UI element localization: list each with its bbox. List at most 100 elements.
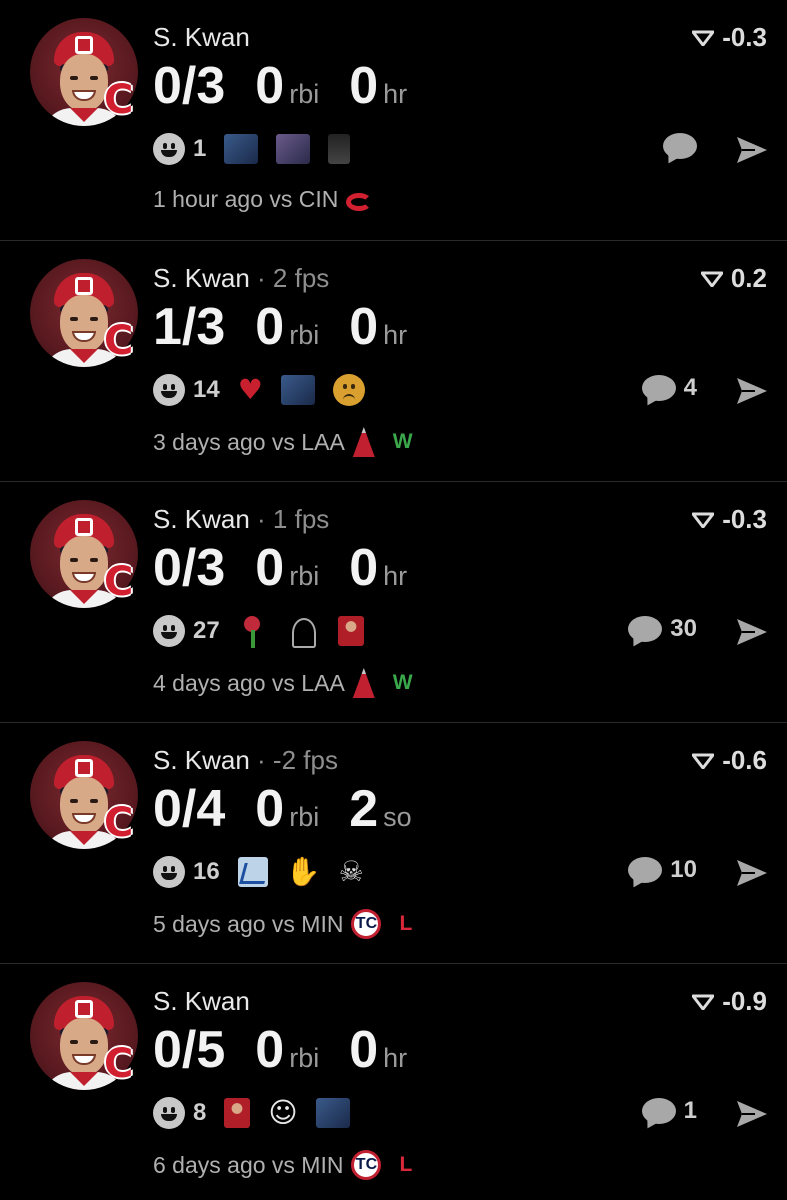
comment-icon xyxy=(641,1098,676,1124)
feed-card[interactable]: C S. Kwan · 1 fps -0.3 0/3 0 rbi 0 hr 27… xyxy=(0,482,787,723)
broken-heart-icon[interactable]: ♥ xyxy=(238,374,263,406)
third-stat-value: 0 xyxy=(349,57,379,115)
feed-card[interactable]: C S. Kwan -0.3 0/3 0 rbi 0 hr 1 1 hour a… xyxy=(0,0,787,241)
share-icon[interactable] xyxy=(735,617,769,647)
rbi-unit: rbi xyxy=(289,1043,320,1073)
rbi-value: 0 xyxy=(255,780,285,838)
reaction-count: 27 xyxy=(193,617,220,644)
third-stat-unit: hr xyxy=(383,79,408,109)
game-score: -0.3 xyxy=(692,22,767,53)
twins-logo-icon: TC xyxy=(351,909,382,939)
score-triangle-icon xyxy=(692,30,715,46)
angels-logo-icon xyxy=(352,668,375,698)
at-bats-value: 0/4 xyxy=(153,780,226,838)
angels-logo-icon xyxy=(352,427,375,457)
thumb-blue-image[interactable] xyxy=(315,1098,350,1128)
stat-line: 0/3 0 rbi 0 hr xyxy=(153,540,437,596)
game-score: -0.9 xyxy=(692,986,767,1017)
thumb-dark-image[interactable] xyxy=(328,134,351,164)
chart-down-icon[interactable] xyxy=(237,857,268,887)
game-result: W xyxy=(392,430,413,453)
thumb-red-image[interactable] xyxy=(224,1098,251,1128)
score-triangle-icon xyxy=(692,512,715,528)
third-stat-unit: hr xyxy=(383,561,408,591)
reactions-bar[interactable]: 8 ☺ xyxy=(153,1097,350,1129)
reds-logo-icon xyxy=(346,192,373,211)
share-icon[interactable] xyxy=(735,135,769,165)
at-bats-value: 0/3 xyxy=(153,539,226,597)
smiley-icon[interactable] xyxy=(153,615,185,647)
fps-label: · 2 fps xyxy=(249,263,330,293)
rbi-value: 0 xyxy=(255,1021,285,1079)
score-triangle-icon xyxy=(700,271,723,287)
comment-button[interactable]: 4 xyxy=(641,374,697,402)
thumb-blue-image[interactable] xyxy=(224,134,259,164)
share-icon[interactable] xyxy=(735,858,769,888)
at-bats-value: 0/3 xyxy=(153,57,226,115)
game-time-opponent: 6 days ago vs MIN xyxy=(153,1151,344,1178)
comment-icon xyxy=(641,375,676,401)
twins-logo-icon: TC xyxy=(351,1150,382,1180)
thumb-purple-image[interactable] xyxy=(276,134,311,164)
reactions-bar[interactable]: 27 xyxy=(153,615,364,648)
thumb-blue-player-image[interactable] xyxy=(280,375,315,405)
skull-icon[interactable]: ☠ xyxy=(339,856,364,888)
score-value: -0.3 xyxy=(722,22,767,52)
rbi-value: 0 xyxy=(255,539,285,597)
game-result: L xyxy=(399,912,413,935)
smiley-icon[interactable] xyxy=(153,133,185,165)
game-score: -0.6 xyxy=(692,745,767,776)
player-name[interactable]: S. Kwan xyxy=(153,745,250,775)
share-icon[interactable] xyxy=(735,376,769,406)
feed-card[interactable]: C S. Kwan · 2 fps 0.2 1/3 0 rbi 0 hr 14 … xyxy=(0,241,787,482)
team-logo-icon: C xyxy=(104,77,134,123)
reactions-bar[interactable]: 1 xyxy=(153,133,351,165)
smiley-icon[interactable] xyxy=(153,374,185,406)
thumb-red-image[interactable] xyxy=(337,616,364,646)
player-name[interactable]: S. Kwan xyxy=(153,504,250,534)
rose-icon[interactable] xyxy=(238,616,268,648)
middle-finger-icon[interactable]: ✋ xyxy=(286,856,321,888)
comment-button[interactable]: 1 xyxy=(641,1097,697,1125)
score-triangle-icon xyxy=(692,753,715,769)
game-time-opponent: 3 days ago vs LAA xyxy=(153,428,345,455)
smiley-icon[interactable] xyxy=(153,1097,185,1129)
game-result: L xyxy=(399,1153,413,1176)
game-info: 1 hour ago vs CIN xyxy=(153,186,390,213)
feed: C S. Kwan -0.3 0/3 0 rbi 0 hr 1 1 hour a… xyxy=(0,0,787,1200)
comment-icon xyxy=(628,857,663,883)
kick-icon[interactable] xyxy=(286,616,320,648)
feed-card[interactable]: C S. Kwan -0.9 0/5 0 rbi 0 hr 8 ☺ 1 6 da… xyxy=(0,964,787,1200)
at-bats-value: 0/5 xyxy=(153,1021,226,1079)
rbi-value: 0 xyxy=(255,57,285,115)
score-value: 0.2 xyxy=(730,263,767,293)
stat-line: 0/5 0 rbi 0 hr xyxy=(153,1022,437,1078)
feed-card[interactable]: C S. Kwan · -2 fps -0.6 0/4 0 rbi 2 so 1… xyxy=(0,723,787,964)
score-value: -0.6 xyxy=(722,745,767,775)
fps-label: · 1 fps xyxy=(249,504,330,534)
sad-face-icon[interactable] xyxy=(332,374,365,406)
player-name[interactable]: S. Kwan xyxy=(153,263,250,293)
game-score: -0.3 xyxy=(692,504,767,535)
reactions-bar[interactable]: 16 ✋ ☠ xyxy=(153,856,364,888)
reaction-count: 1 xyxy=(193,135,207,162)
at-bats-value: 1/3 xyxy=(153,298,226,356)
smiley-icon[interactable] xyxy=(153,856,185,888)
player-name[interactable]: S. Kwan xyxy=(153,22,250,52)
player-name[interactable]: S. Kwan xyxy=(153,986,250,1016)
ghost-icon[interactable]: ☺ xyxy=(268,1097,297,1129)
game-time-opponent: 5 days ago vs MIN xyxy=(153,910,344,937)
comment-button[interactable] xyxy=(663,133,697,159)
game-time-opponent: 1 hour ago vs CIN xyxy=(153,186,339,212)
comment-button[interactable]: 10 xyxy=(628,856,697,884)
third-stat-value: 0 xyxy=(349,1021,379,1079)
comment-button[interactable]: 30 xyxy=(628,615,697,643)
reactions-bar[interactable]: 14 ♥ xyxy=(153,374,365,406)
score-value: -0.3 xyxy=(722,504,767,534)
rbi-unit: rbi xyxy=(289,320,320,350)
score-value: -0.9 xyxy=(722,986,767,1016)
third-stat-value: 0 xyxy=(349,298,379,356)
share-icon[interactable] xyxy=(735,1099,769,1129)
game-info: 6 days ago vs MIN TC L xyxy=(153,1150,412,1180)
third-stat-unit: hr xyxy=(383,320,408,350)
